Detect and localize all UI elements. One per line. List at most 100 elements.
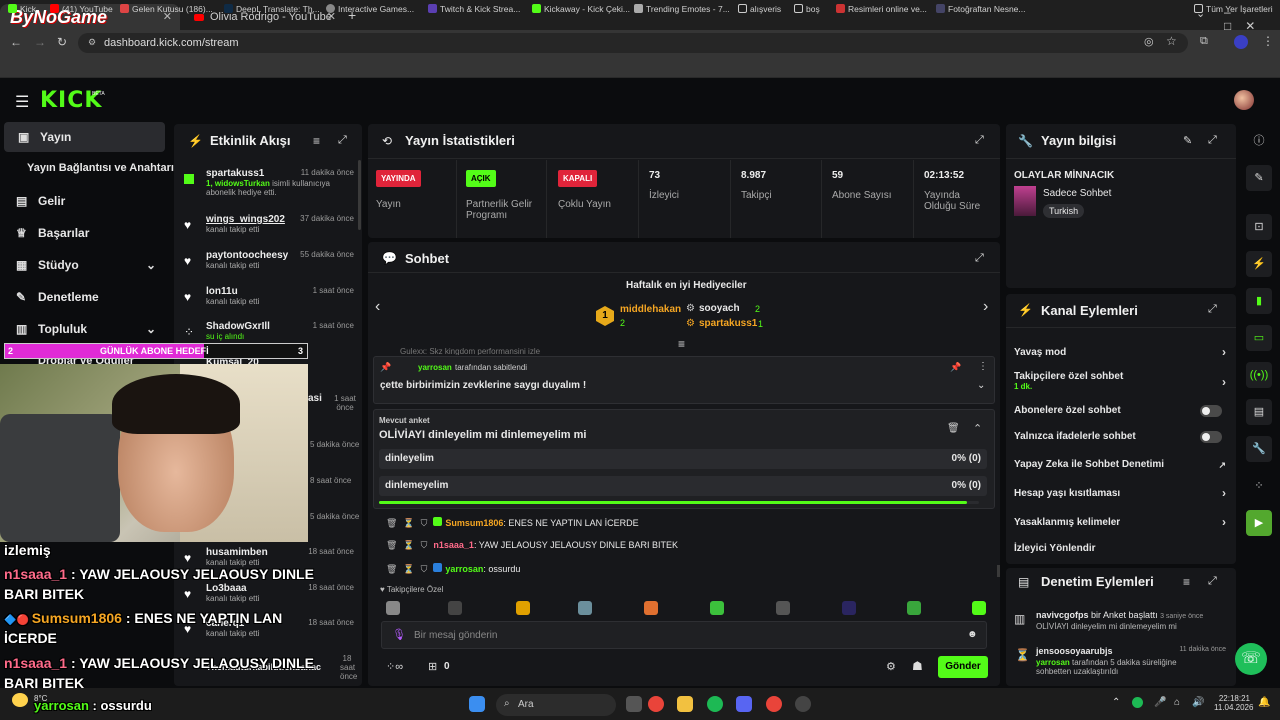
volume-icon[interactable]: 🔊 [1192,697,1204,708]
chrome-icon[interactable] [766,696,782,712]
emote[interactable] [907,601,921,615]
emote-only-toggle[interactable] [1200,431,1222,443]
eye-off-icon[interactable]: ◎ [1144,35,1154,48]
bookmark-item[interactable]: Twitch & Kick Strea... [428,4,520,14]
action-followers-only[interactable]: Takipçilere özel sohbet 1 dk. › [1014,371,1226,391]
folder-icon[interactable] [677,696,693,712]
filter-icon[interactable]: ≡ [1183,575,1190,589]
chrome-icon[interactable] [648,696,664,712]
forward-icon[interactable]: → [34,35,46,49]
gifter-name[interactable]: spartakuss1 [699,318,757,329]
mod-log-icon[interactable]: ▤ [1246,399,1272,425]
pinned-by[interactable]: yarrosan [418,363,452,372]
subs-only-toggle[interactable] [1200,405,1222,417]
action-raid[interactable]: İzleyici Yönlendir [1014,543,1096,554]
mod-action-icons[interactable]: 🗑⏳⛉ [386,564,433,574]
start-menu-icon[interactable] [469,696,485,712]
clock[interactable]: 22:18:21 11.04.2026 [1214,694,1253,712]
popout-icon[interactable]: ⤢ [1208,134,1217,147]
back-icon[interactable]: ← [10,35,22,49]
mod-action-icons[interactable]: 🗑⏳⛉ [386,540,433,550]
user-avatar[interactable] [1234,90,1254,110]
action-banned-words[interactable]: Yasaklanmış kelimeler › [1014,515,1226,529]
chat-icon[interactable]: ▭ [1246,325,1272,351]
emote[interactable] [776,601,790,615]
popout-icon[interactable]: ⤢ [338,134,347,147]
chevron-down-icon[interactable]: ⌄ [977,380,985,391]
chat-input-placeholder[interactable]: Bir mesaj gönderin [414,630,497,641]
more-icon[interactable]: ⋮ [978,361,988,372]
mod-user[interactable]: navivcgofps [1036,610,1089,620]
menu-icon[interactable]: ⋮ [1262,34,1274,48]
weather-icon[interactable] [12,693,28,707]
notification-icon[interactable]: 🔔 [1258,697,1270,708]
network-icon[interactable]: ⌂ [1174,697,1180,708]
bookmark-item[interactable]: Resimleri online ve... [836,4,927,14]
file-icon[interactable] [626,696,642,712]
spotify-icon[interactable] [707,696,723,712]
poll-option[interactable]: dinleyelim 0% (0) [379,449,987,469]
emote[interactable] [516,601,530,615]
chevron-up-icon[interactable]: ⌃ [973,422,982,435]
poll-option[interactable]: dinlemeyelim 0% (0) [379,476,987,496]
send-button[interactable]: Gönder [938,656,988,678]
category-thumbnail[interactable] [1014,186,1036,216]
emote[interactable] [448,601,462,615]
bookmark-item[interactable]: Gelen Kutusu (186)... [120,4,213,14]
chat-user[interactable]: n1saaa_1 [433,540,474,550]
emote[interactable] [578,601,592,615]
emote[interactable] [710,601,724,615]
stream-tag[interactable]: Turkish [1043,204,1085,218]
emote[interactable] [842,601,856,615]
mod-action-icons[interactable]: 🗑⏳⛉ [386,518,433,528]
popout-icon[interactable]: ⤢ [975,134,984,147]
bookmark-item[interactable]: Fotoğraftan Nesne... [936,4,1026,14]
action-slow-mode[interactable]: Yavaş mod › [1014,345,1226,359]
extensions-icon[interactable]: ⧉ [1200,35,1208,48]
star-icon[interactable]: ☆ [1166,34,1177,48]
bookmark-item[interactable]: Trending Emotes - 7... [634,4,730,14]
points-icon[interactable]: ⁘ [1246,473,1272,499]
points-icon[interactable]: ⁘∞ [386,660,403,673]
taskbar-search[interactable]: Ara [496,694,616,716]
spotify-tray-icon[interactable] [1132,697,1143,708]
microphone-icon[interactable]: 🎙 [392,628,406,641]
activity-scrollbar[interactable] [358,160,361,230]
emoji-icon[interactable]: ☻ [967,629,978,640]
bookmark-item[interactable]: Kickaway - Kick Çeki... [532,4,630,14]
mod-user[interactable]: jensoosoyaarubjs [1036,646,1113,656]
trash-icon[interactable]: 🗑 [947,423,960,434]
sidebar-item-gelir[interactable]: ▤ Gelir [16,194,65,208]
popout-icon[interactable]: ⤢ [975,252,984,265]
info-icon[interactable]: ⓘ [1246,128,1272,154]
sidebar-item-denetleme[interactable]: ✎ Denetleme [16,290,99,304]
settings-icon[interactable]: ⚙ [886,660,896,673]
target-icon[interactable]: ⊡ [1246,214,1272,240]
popout-icon[interactable]: ⤢ [1208,575,1217,588]
site-info-icon[interactable]: ⚙ [88,37,96,48]
discord-icon[interactable] [736,696,752,712]
all-bookmarks-folder[interactable]: Tüm Yer İşaretleri [1194,4,1273,14]
chat-scrollbar[interactable] [997,565,1000,577]
bookmark-folder[interactable]: alışveris [738,4,781,14]
hamburger-menu-icon[interactable]: ☰ [15,92,29,112]
sidebar-item-stream-key[interactable]: Yayın Bağlantısı ve Anahtarı [27,162,174,174]
chat-user[interactable]: yarrosan [445,564,483,574]
bolt-icon[interactable]: ⚡ [1246,251,1272,277]
filter-icon[interactable]: ≡ [313,134,320,148]
bookmark-item[interactable]: DeepL Translate: Th... [224,4,320,14]
emote[interactable] [386,601,400,615]
bookmark-item[interactable]: (41) YouTube [50,4,113,14]
url-input[interactable]: dashboard.kick.com/stream [78,33,1188,53]
profile-avatar[interactable] [1234,35,1248,49]
bookmark-item[interactable]: Kick [8,4,36,14]
action-account-age[interactable]: Hesap yaşı kısıtlaması › [1014,486,1226,500]
chevron-up-icon[interactable]: ⌃ [1112,697,1120,708]
emote[interactable] [644,601,658,615]
emote[interactable] [972,601,986,615]
app-icon[interactable]: ▶ [1246,510,1272,536]
popout-icon[interactable]: ⤢ [1208,303,1217,316]
wrench-icon[interactable]: 🔧 [1246,436,1272,462]
chat-user[interactable]: Sumsum1806 [445,518,503,528]
chevron-left-icon[interactable]: ‹ [375,298,380,316]
